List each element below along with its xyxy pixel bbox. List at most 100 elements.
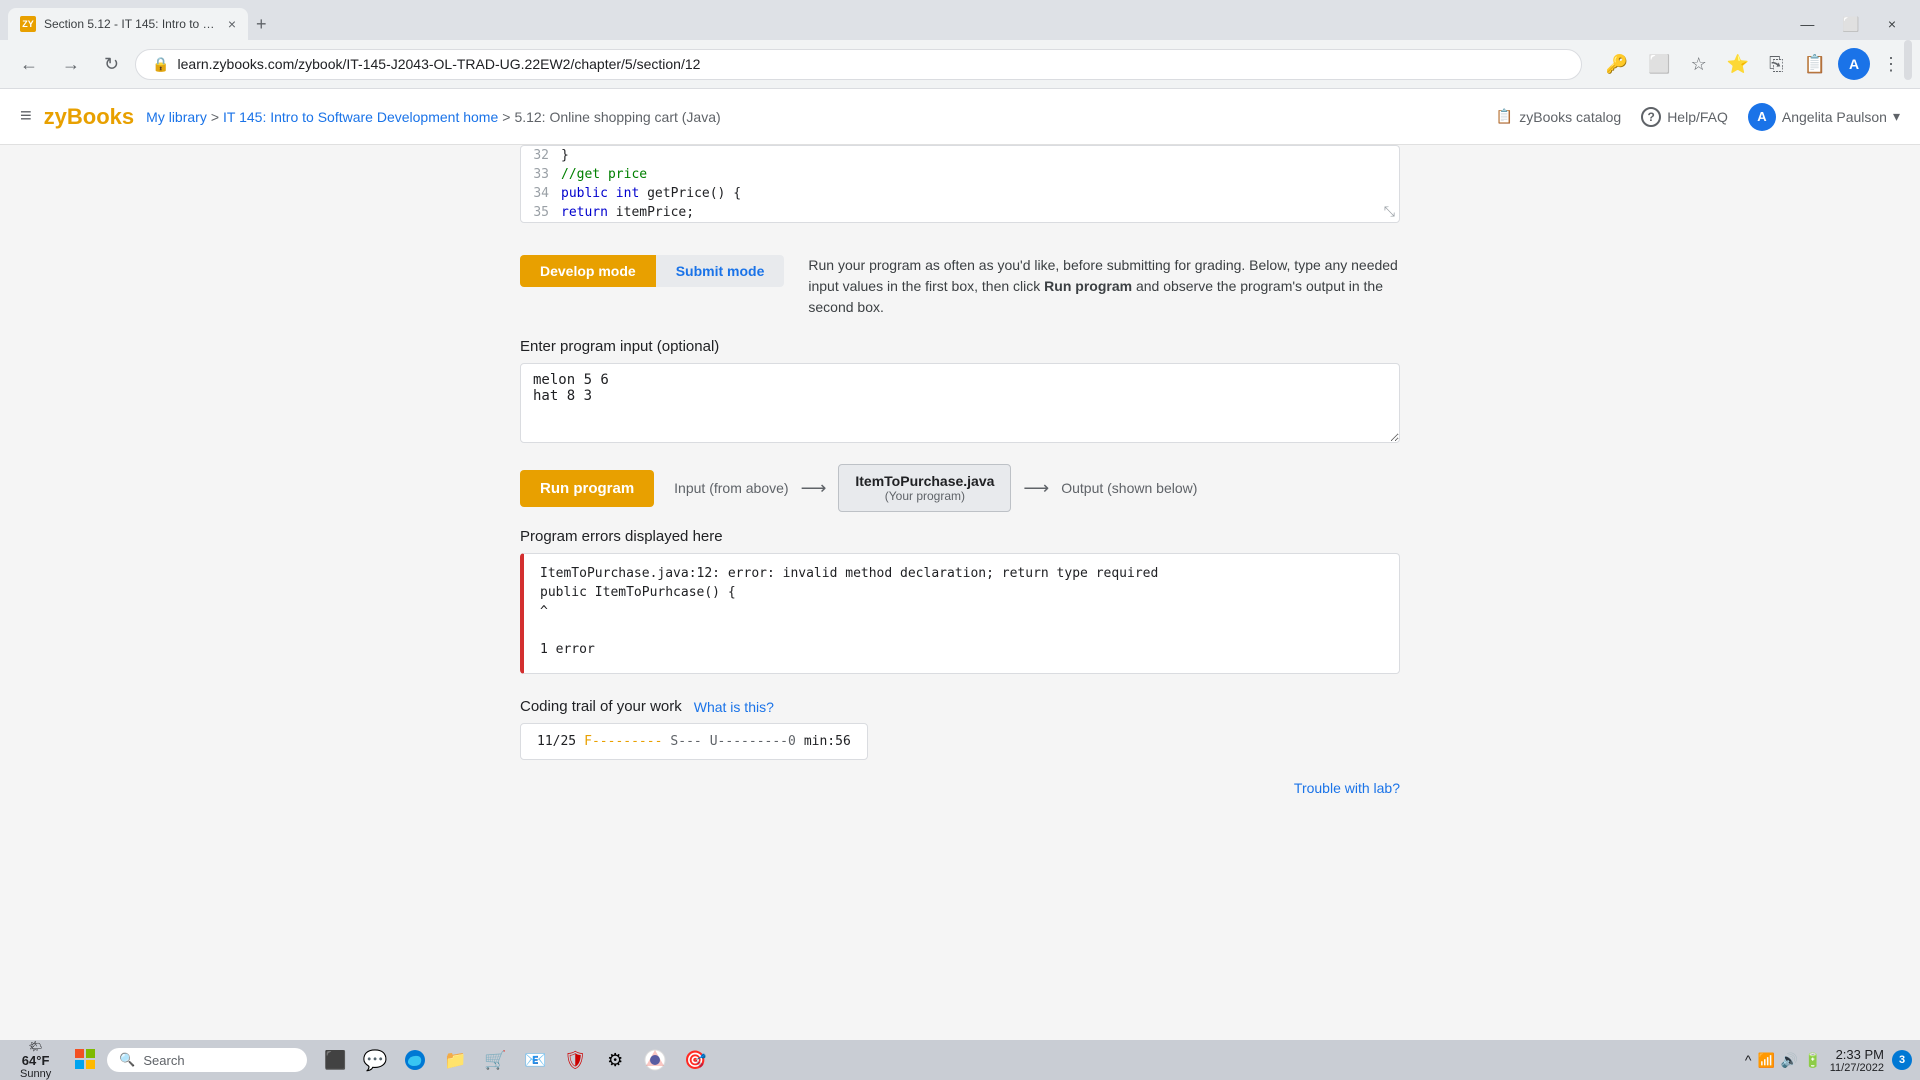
new-tab-button[interactable]: + (252, 10, 271, 39)
browser-action-buttons: 🔑 ⬜ ☆ ⭐ ⎘ 📋 A ⋮ (1598, 48, 1908, 80)
trail-time: min:56 (804, 734, 851, 749)
menu-icon[interactable]: ⋮ (1874, 50, 1908, 79)
taskbar-clock[interactable]: 2:33 PM 11/27/2022 (1830, 1047, 1884, 1074)
user-menu-button[interactable]: A Angelita Paulson ▾ (1748, 103, 1900, 131)
taskbar-system-icons: ^ 📶 🔊 🔋 (1745, 1052, 1822, 1069)
start-button[interactable] (67, 1045, 103, 1076)
user-avatar: A (1748, 103, 1776, 131)
trail-display: 11/25 F--------- S--- U---------0 min:56 (520, 723, 868, 760)
trouble-with-lab-link[interactable]: Trouble with lab? (520, 780, 1400, 816)
code-line-35: 35 return itemPrice; (521, 203, 1399, 222)
taskbar-store-icon[interactable]: 🛒 (479, 1044, 511, 1076)
taskbar-mcafee-icon[interactable]: 🛡 (559, 1044, 591, 1076)
program-input-field[interactable]: melon 5 6 hat 8 3 (520, 363, 1400, 443)
ext2-icon[interactable]: ⎘ (1761, 50, 1791, 79)
main-scroll-area[interactable]: 32 } 33 //get price 34 public int getPri… (0, 145, 1920, 1041)
extension-icon[interactable]: ⭐ (1719, 50, 1757, 79)
taskbar-explorer-icon[interactable]: 📁 (439, 1044, 471, 1076)
browser-user-avatar[interactable]: A (1838, 48, 1870, 80)
breadcrumb: My library > IT 145: Intro to Software D… (146, 109, 721, 125)
tab-close-button[interactable]: × (228, 16, 236, 32)
code-line-32: 32 } (521, 146, 1399, 165)
help-icon: ? (1641, 107, 1661, 127)
weather-condition: Sunny (20, 1068, 51, 1080)
tab-favicon: ZY (20, 16, 36, 32)
error-section: Program errors displayed here ItemToPurc… (520, 528, 1400, 674)
taskbar-app-icons: ⬛ 💬 📁 🛒 📧 🛡 ⚙ 🎯 (319, 1044, 711, 1076)
close-window-button[interactable]: × (1880, 14, 1904, 35)
mode-buttons: Develop mode Submit mode (520, 255, 784, 287)
flow-arrow-1: ⟶ (801, 478, 827, 499)
trail-s-indicator: S--- (670, 734, 701, 749)
browser-tab[interactable]: ZY Section 5.12 - IT 145: Intro to So...… (8, 8, 248, 40)
lock-icon: 🔒 (152, 56, 169, 73)
input-label: Enter program input (optional) (520, 338, 1400, 355)
flow-program-box: ItemToPurchase.java (Your program) (838, 464, 1011, 512)
back-button[interactable]: ← (12, 50, 46, 79)
forward-button[interactable]: → (54, 50, 88, 79)
develop-mode-button[interactable]: Develop mode (520, 255, 656, 287)
maximize-button[interactable]: ⬜ (1834, 14, 1867, 35)
current-date: 11/27/2022 (1830, 1062, 1884, 1074)
taskbar-settings-icon[interactable]: ⚙ (599, 1044, 631, 1076)
taskbar: 🌤 64°F Sunny 🔍 Search ⬛ 💬 📁 🛒 📧 🛡 ⚙ 🎯 (0, 1040, 1920, 1080)
help-button[interactable]: ? Help/FAQ (1641, 107, 1728, 127)
trail-label: Coding trail of your work What is this? (520, 698, 1400, 715)
breadcrumb-section: 5.12: Online shopping cart (Java) (514, 109, 720, 125)
bookmark-icon[interactable]: ☆ (1683, 50, 1715, 79)
run-program-button[interactable]: Run program (520, 470, 654, 507)
tab-title: Section 5.12 - IT 145: Intro to So... (44, 17, 220, 31)
breadcrumb-library[interactable]: My library (146, 109, 207, 125)
system-tray-chevron[interactable]: ^ (1745, 1052, 1752, 1068)
taskbar-right-area: ^ 📶 🔊 🔋 2:33 PM 11/27/2022 3 (1745, 1047, 1912, 1074)
trail-f-indicator: F--------- (584, 734, 662, 749)
catalog-icon: 📋 (1496, 108, 1513, 125)
taskbar-chat-icon[interactable]: 💬 (359, 1044, 391, 1076)
flow-arrow-2: ⟶ (1023, 478, 1049, 499)
taskbar-edge-icon[interactable] (399, 1044, 431, 1076)
sidebar-icon[interactable]: 📋 (1796, 50, 1834, 79)
refresh-button[interactable]: ↻ (96, 50, 127, 79)
code-editor[interactable]: 32 } 33 //get price 34 public int getPri… (520, 145, 1400, 223)
sound-icon[interactable]: 🔊 (1781, 1052, 1798, 1069)
run-section: Run program Input (from above) ⟶ ItemToP… (520, 464, 1400, 512)
cast-icon[interactable]: ⬜ (1640, 50, 1678, 79)
taskbar-search[interactable]: 🔍 Search (107, 1048, 307, 1072)
breadcrumb-sep2: > (502, 109, 510, 125)
notification-badge[interactable]: 3 (1892, 1050, 1912, 1070)
taskbar-chrome-icon[interactable] (639, 1044, 671, 1076)
mode-section: Develop mode Submit mode Run your progra… (520, 239, 1400, 318)
password-icon[interactable]: 🔑 (1598, 50, 1636, 79)
coding-trail-section: Coding trail of your work What is this? … (520, 698, 1400, 760)
network-icon[interactable]: 📶 (1757, 1052, 1774, 1069)
chevron-down-icon: ▾ (1893, 108, 1900, 125)
battery-icon[interactable]: 🔋 (1804, 1052, 1821, 1069)
flow-output-label: Output (shown below) (1061, 480, 1197, 496)
weather-icon: 🌤 (29, 1040, 43, 1053)
search-label: Search (143, 1053, 184, 1068)
trail-u-indicator: U---------0 (710, 734, 796, 749)
search-icon: 🔍 (119, 1052, 135, 1068)
code-line-34: 34 public int getPrice() { (521, 184, 1399, 203)
taskbar-maps-icon[interactable]: 🎯 (679, 1044, 711, 1076)
taskbar-files-icon[interactable]: ⬛ (319, 1044, 351, 1076)
what-is-this-link[interactable]: What is this? (694, 699, 774, 715)
header-actions: 📋 zyBooks catalog ? Help/FAQ A Angelita … (1496, 103, 1900, 131)
flow-diagram: Input (from above) ⟶ ItemToPurchase.java… (674, 464, 1197, 512)
address-bar[interactable]: 🔒 learn.zybooks.com/zybook/IT-145-J2043-… (135, 49, 1582, 80)
error-label: Program errors displayed here (520, 528, 1400, 545)
mode-description: Run your program as often as you'd like,… (808, 255, 1400, 318)
taskbar-mail-icon[interactable]: 📧 (519, 1044, 551, 1076)
submit-mode-button[interactable]: Submit mode (656, 255, 785, 287)
hamburger-menu[interactable]: ≡ (20, 105, 32, 128)
zybooks-logo: zyBooks (44, 104, 134, 130)
catalog-button[interactable]: 📋 zyBooks catalog (1496, 108, 1621, 125)
breadcrumb-course[interactable]: IT 145: Intro to Software Development ho… (223, 109, 498, 125)
windows-logo-icon (75, 1049, 95, 1069)
breadcrumb-sep1: > (211, 109, 219, 125)
taskbar-weather: 🌤 64°F Sunny (8, 1040, 63, 1080)
error-output: ItemToPurchase.java:12: error: invalid m… (520, 553, 1400, 674)
flow-input-label: Input (from above) (674, 480, 788, 496)
minimize-button[interactable]: — (1792, 14, 1822, 35)
code-line-33: 33 //get price (521, 165, 1399, 184)
